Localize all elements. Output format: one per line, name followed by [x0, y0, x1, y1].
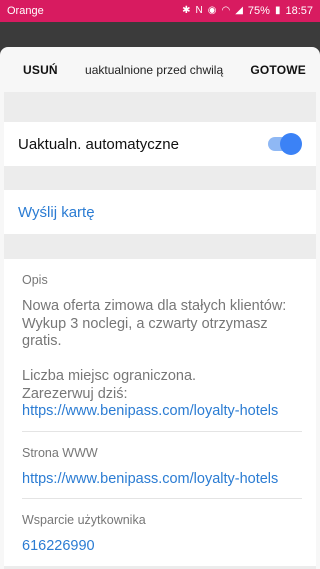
delete-button[interactable]: USUŃ [23, 63, 58, 77]
bluetooth-icon: ✱ [182, 5, 191, 16]
battery-icon: ▮ [274, 5, 281, 16]
description-text-book: Zarezerwuj dziś: [22, 385, 128, 402]
section-gap [4, 92, 316, 122]
pass-details-sheet: USUŃ uaktualnione przed chwilą GOTOWE Ua… [0, 47, 320, 569]
auto-update-row[interactable]: Uaktualn. automatyczne [4, 122, 316, 166]
section-gap [4, 166, 316, 190]
send-card-row[interactable]: Wyślij kartę [4, 190, 316, 234]
description-link[interactable]: https://www.benipass.com/loyalty-hotels [22, 403, 302, 421]
battery-percent: 75% [247, 5, 270, 17]
support-phone-link[interactable]: 616226990 [22, 538, 302, 556]
carrier-label: Orange [7, 5, 44, 17]
status-bar: Orange ✱ N ◉ ◠ ◢ 75% ▮ 18:57 [0, 0, 320, 22]
description-block: Opis Nowa oferta zimowa dla stałych klie… [22, 259, 302, 432]
signal-icon: ◢ [235, 5, 243, 16]
website-link[interactable]: https://www.benipass.com/loyalty-hotels [22, 471, 302, 489]
done-button[interactable]: GOTOWE [250, 63, 306, 77]
support-label: Wsparcie użytkownika [22, 513, 146, 527]
wifi-icon: ◠ [221, 5, 231, 16]
eye-icon: ◉ [207, 5, 217, 16]
description-text: Nowa oferta zimowa dla stałych klientów:… [22, 298, 287, 349]
nfc-icon: N [195, 5, 203, 16]
send-card-link[interactable]: Wyślij kartę [18, 204, 95, 221]
pass-details: Opis Nowa oferta zimowa dla stałych klie… [4, 259, 316, 566]
website-label: Strona WWW [22, 445, 98, 460]
support-block: Wsparcie użytkownika 616226990 [22, 499, 302, 566]
clock: 18:57 [285, 5, 313, 17]
auto-update-label: Uaktualn. automatyczne [18, 135, 179, 153]
sheet-title: uaktualnione przed chwilą [85, 62, 224, 77]
toggle-knob [280, 133, 302, 155]
sheet-header: USUŃ uaktualnione przed chwilą GOTOWE [0, 47, 320, 92]
auto-update-toggle[interactable] [268, 133, 302, 155]
description-text-limited: Liczba miejsc ograniczona. [22, 368, 197, 384]
settings-list[interactable]: Uaktualn. automatyczne Wyślij kartę Opis… [4, 92, 316, 569]
section-gap [4, 234, 316, 259]
status-icons: ✱ N ◉ ◠ ◢ 75% ▮ 18:57 [182, 5, 313, 17]
description-label: Opis [22, 273, 48, 287]
website-block: Strona WWW https://www.benipass.com/loya… [22, 432, 302, 499]
